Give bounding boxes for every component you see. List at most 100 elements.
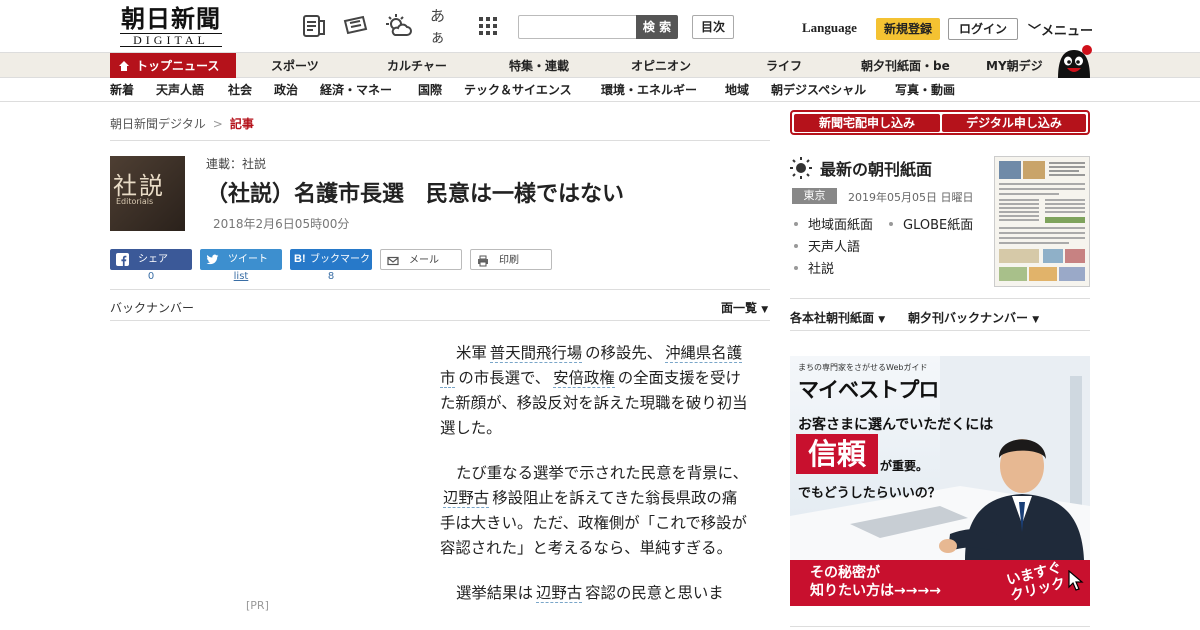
facebook-share-button[interactable]: シェア — [110, 249, 192, 270]
sun-icon — [790, 157, 812, 179]
page-list-label: 面一覧 — [721, 301, 758, 315]
back-number-label[interactable]: バックナンバー — [110, 299, 194, 316]
keyword-link[interactable]: 辺野古 — [535, 584, 583, 603]
print-label: 印刷 — [499, 255, 519, 266]
secondary-nav: 新着 天声人語 社会 政治 経済・マネー 国際 テック＆サイエンス 環境・エネル… — [0, 78, 1200, 102]
nav-tech-science[interactable]: テック＆サイエンス — [464, 78, 572, 102]
ad-cta-line2: 知りたい方は→→→→ — [810, 583, 941, 599]
regional-morning-dropdown[interactable]: 各本社朝刊紙面 ▼ — [790, 309, 885, 326]
text-segment: たび重なる選挙で示された民意を背景に、 — [456, 464, 748, 482]
caret-down-icon: ▼ — [1032, 315, 1040, 325]
cursor-icon — [1068, 569, 1084, 596]
print-button[interactable]: 印刷 — [470, 249, 552, 270]
nav-tensei-jingo[interactable]: 天声人語 — [156, 78, 204, 102]
weather-icon[interactable] — [385, 12, 413, 40]
paper-date: 2019年05月05日 日曜日 — [848, 191, 974, 204]
font-size-icon[interactable]: あぁ — [430, 7, 458, 46]
ad-cta-text: その秘密が 知りたい方は→→→→ — [810, 564, 941, 600]
toc-button[interactable]: 目次 — [692, 15, 734, 39]
mail-icon — [387, 254, 400, 267]
breadcrumb: 朝日新聞デジタル > 記事 — [110, 115, 254, 132]
tab-culture[interactable]: カルチャー — [387, 53, 447, 79]
apps-grid-icon-svg — [479, 17, 497, 35]
search-button[interactable]: 検 索 — [636, 15, 678, 39]
keyword-link[interactable]: 普天間飛行場 — [489, 344, 583, 363]
mail-share-button[interactable]: メール — [380, 249, 462, 270]
tab-features[interactable]: 特集・連載 — [509, 53, 569, 79]
back-number-dropdown-label: 朝夕刊バックナンバー — [908, 311, 1029, 325]
article-title: （社説）名護市長選 民意は一様ではない — [206, 182, 625, 207]
tensei-jingo-link[interactable]: 天声人語 — [794, 236, 860, 255]
regional-paper-link[interactable]: 地域面紙面 — [794, 214, 873, 233]
keyword-link[interactable]: 安倍政権 — [553, 369, 615, 388]
asahi-digital-logo[interactable]: 朝日新聞 DIGITAL — [112, 6, 230, 48]
tab-paper[interactable]: 朝夕刊紙面・be — [861, 53, 950, 79]
twitter-list-link[interactable]: list — [200, 271, 282, 282]
menu-button[interactable]: ﹀メニュー — [1028, 20, 1093, 39]
page: 朝日新聞 DIGITAL あぁ 検 索 目次 Language 新規登録 ログイ… — [0, 0, 1200, 630]
login-button[interactable]: ログイン — [948, 18, 1018, 40]
twitter-tweet-button[interactable]: ツイート — [200, 249, 282, 270]
divider — [790, 298, 1090, 299]
newspaper-thumbnail[interactable] — [994, 156, 1090, 287]
nav-economy[interactable]: 経済・マネー — [320, 78, 392, 102]
nav-society[interactable]: 社会 — [228, 78, 252, 102]
latest-paper-title: 最新の朝刊紙面 — [820, 160, 933, 179]
news-list-icon[interactable] — [300, 12, 328, 40]
subscribe-box: 新聞宅配申し込み デジタル申し込み — [790, 110, 1090, 135]
divider — [790, 330, 1090, 331]
divider — [110, 320, 770, 321]
nav-politics[interactable]: 政治 — [274, 78, 298, 102]
globe-paper-link[interactable]: GLOBE紙面 — [889, 214, 973, 233]
divider — [110, 289, 770, 290]
search-input[interactable] — [518, 15, 638, 39]
newspaper-icon-svg — [343, 15, 368, 35]
series-label[interactable]: 連載：社説 — [206, 155, 266, 172]
twitter-tweet-label: ツイート — [228, 254, 268, 265]
text-segment: 選挙結果は — [456, 584, 533, 602]
nav-region[interactable]: 地域 — [725, 78, 749, 102]
subscribe-digital-button[interactable]: デジタル申し込み — [942, 114, 1086, 132]
language-link[interactable]: Language — [802, 20, 857, 36]
keyword-link[interactable]: 辺野古 — [443, 489, 490, 508]
nav-international[interactable]: 国際 — [418, 78, 442, 102]
latest-paper-heading[interactable]: 最新の朝刊紙面 — [790, 156, 932, 180]
breadcrumb-home[interactable]: 朝日新聞デジタル — [110, 117, 206, 131]
tab-top-news[interactable]: トップニュース — [110, 53, 236, 79]
hatena-bookmark-label: ブックマーク — [310, 254, 370, 265]
menu-label: メニュー — [1041, 24, 1094, 39]
article-date: 2018年2月6日05時00分 — [213, 217, 350, 231]
breadcrumb-separator: > — [212, 117, 223, 131]
site-header: 朝日新聞 DIGITAL あぁ 検 索 目次 Language 新規登録 ログイ… — [0, 0, 1200, 52]
article-paragraph: 米軍 普天間飛行場 の移設先、 沖縄県名護市 の市長選で、 安倍政権 の全面支援を受けた新顔… — [440, 341, 752, 441]
newspaper-icon[interactable] — [342, 12, 370, 40]
mail-share-label: メール — [409, 255, 439, 266]
series-image-sub: Editorials — [116, 197, 154, 206]
ad-copy-line3: でもどうしたらいいの？ — [798, 486, 941, 501]
article-paragraph: たび重なる選挙で示された民意を背景に、辺野古 移設阻止を訴えてきた翁長県政の痛手は… — [440, 461, 752, 561]
series-editorial-image[interactable]: 社説 Editorials — [110, 156, 185, 231]
nav-photo-video[interactable]: 写真・動画 — [895, 78, 955, 102]
facebook-share-count: 0 — [147, 271, 155, 282]
page-list-dropdown[interactable]: 面一覧 ▼ — [721, 299, 768, 316]
nav-environment[interactable]: 環境・エネルギー — [601, 78, 697, 102]
tab-life[interactable]: ライフ — [766, 53, 802, 79]
apps-grid-icon[interactable] — [474, 12, 502, 40]
tab-opinion[interactable]: オピニオン — [631, 53, 691, 79]
ad-copy-line1: お客さまに選んでいただくには — [798, 417, 994, 433]
text-segment: の市長選で、 — [458, 369, 551, 387]
hatena-bookmark-button[interactable]: B! ブックマーク — [290, 249, 372, 270]
facebook-icon — [116, 253, 129, 266]
advertisement-banner[interactable]: まちの専門家をさがせるWebガイド マイベストプロ お客さまに選んでいただくには… — [790, 356, 1090, 606]
nav-special[interactable]: 朝デジスペシャル — [771, 78, 866, 102]
ad-copy-line2: が重要。 — [880, 459, 929, 473]
tab-my-asadigi[interactable]: MY朝デジ — [986, 53, 1043, 79]
tab-sports[interactable]: スポーツ — [271, 53, 319, 79]
subscribe-home-delivery-button[interactable]: 新聞宅配申し込み — [794, 114, 940, 132]
back-number-dropdown[interactable]: 朝夕刊バックナンバー ▼ — [908, 309, 1039, 326]
register-button[interactable]: 新規登録 — [876, 18, 940, 40]
editorial-link[interactable]: 社説 — [794, 258, 834, 277]
mascot-icon[interactable] — [1054, 44, 1092, 78]
text-segment: 米軍 — [456, 344, 487, 362]
nav-latest[interactable]: 新着 — [110, 78, 134, 102]
